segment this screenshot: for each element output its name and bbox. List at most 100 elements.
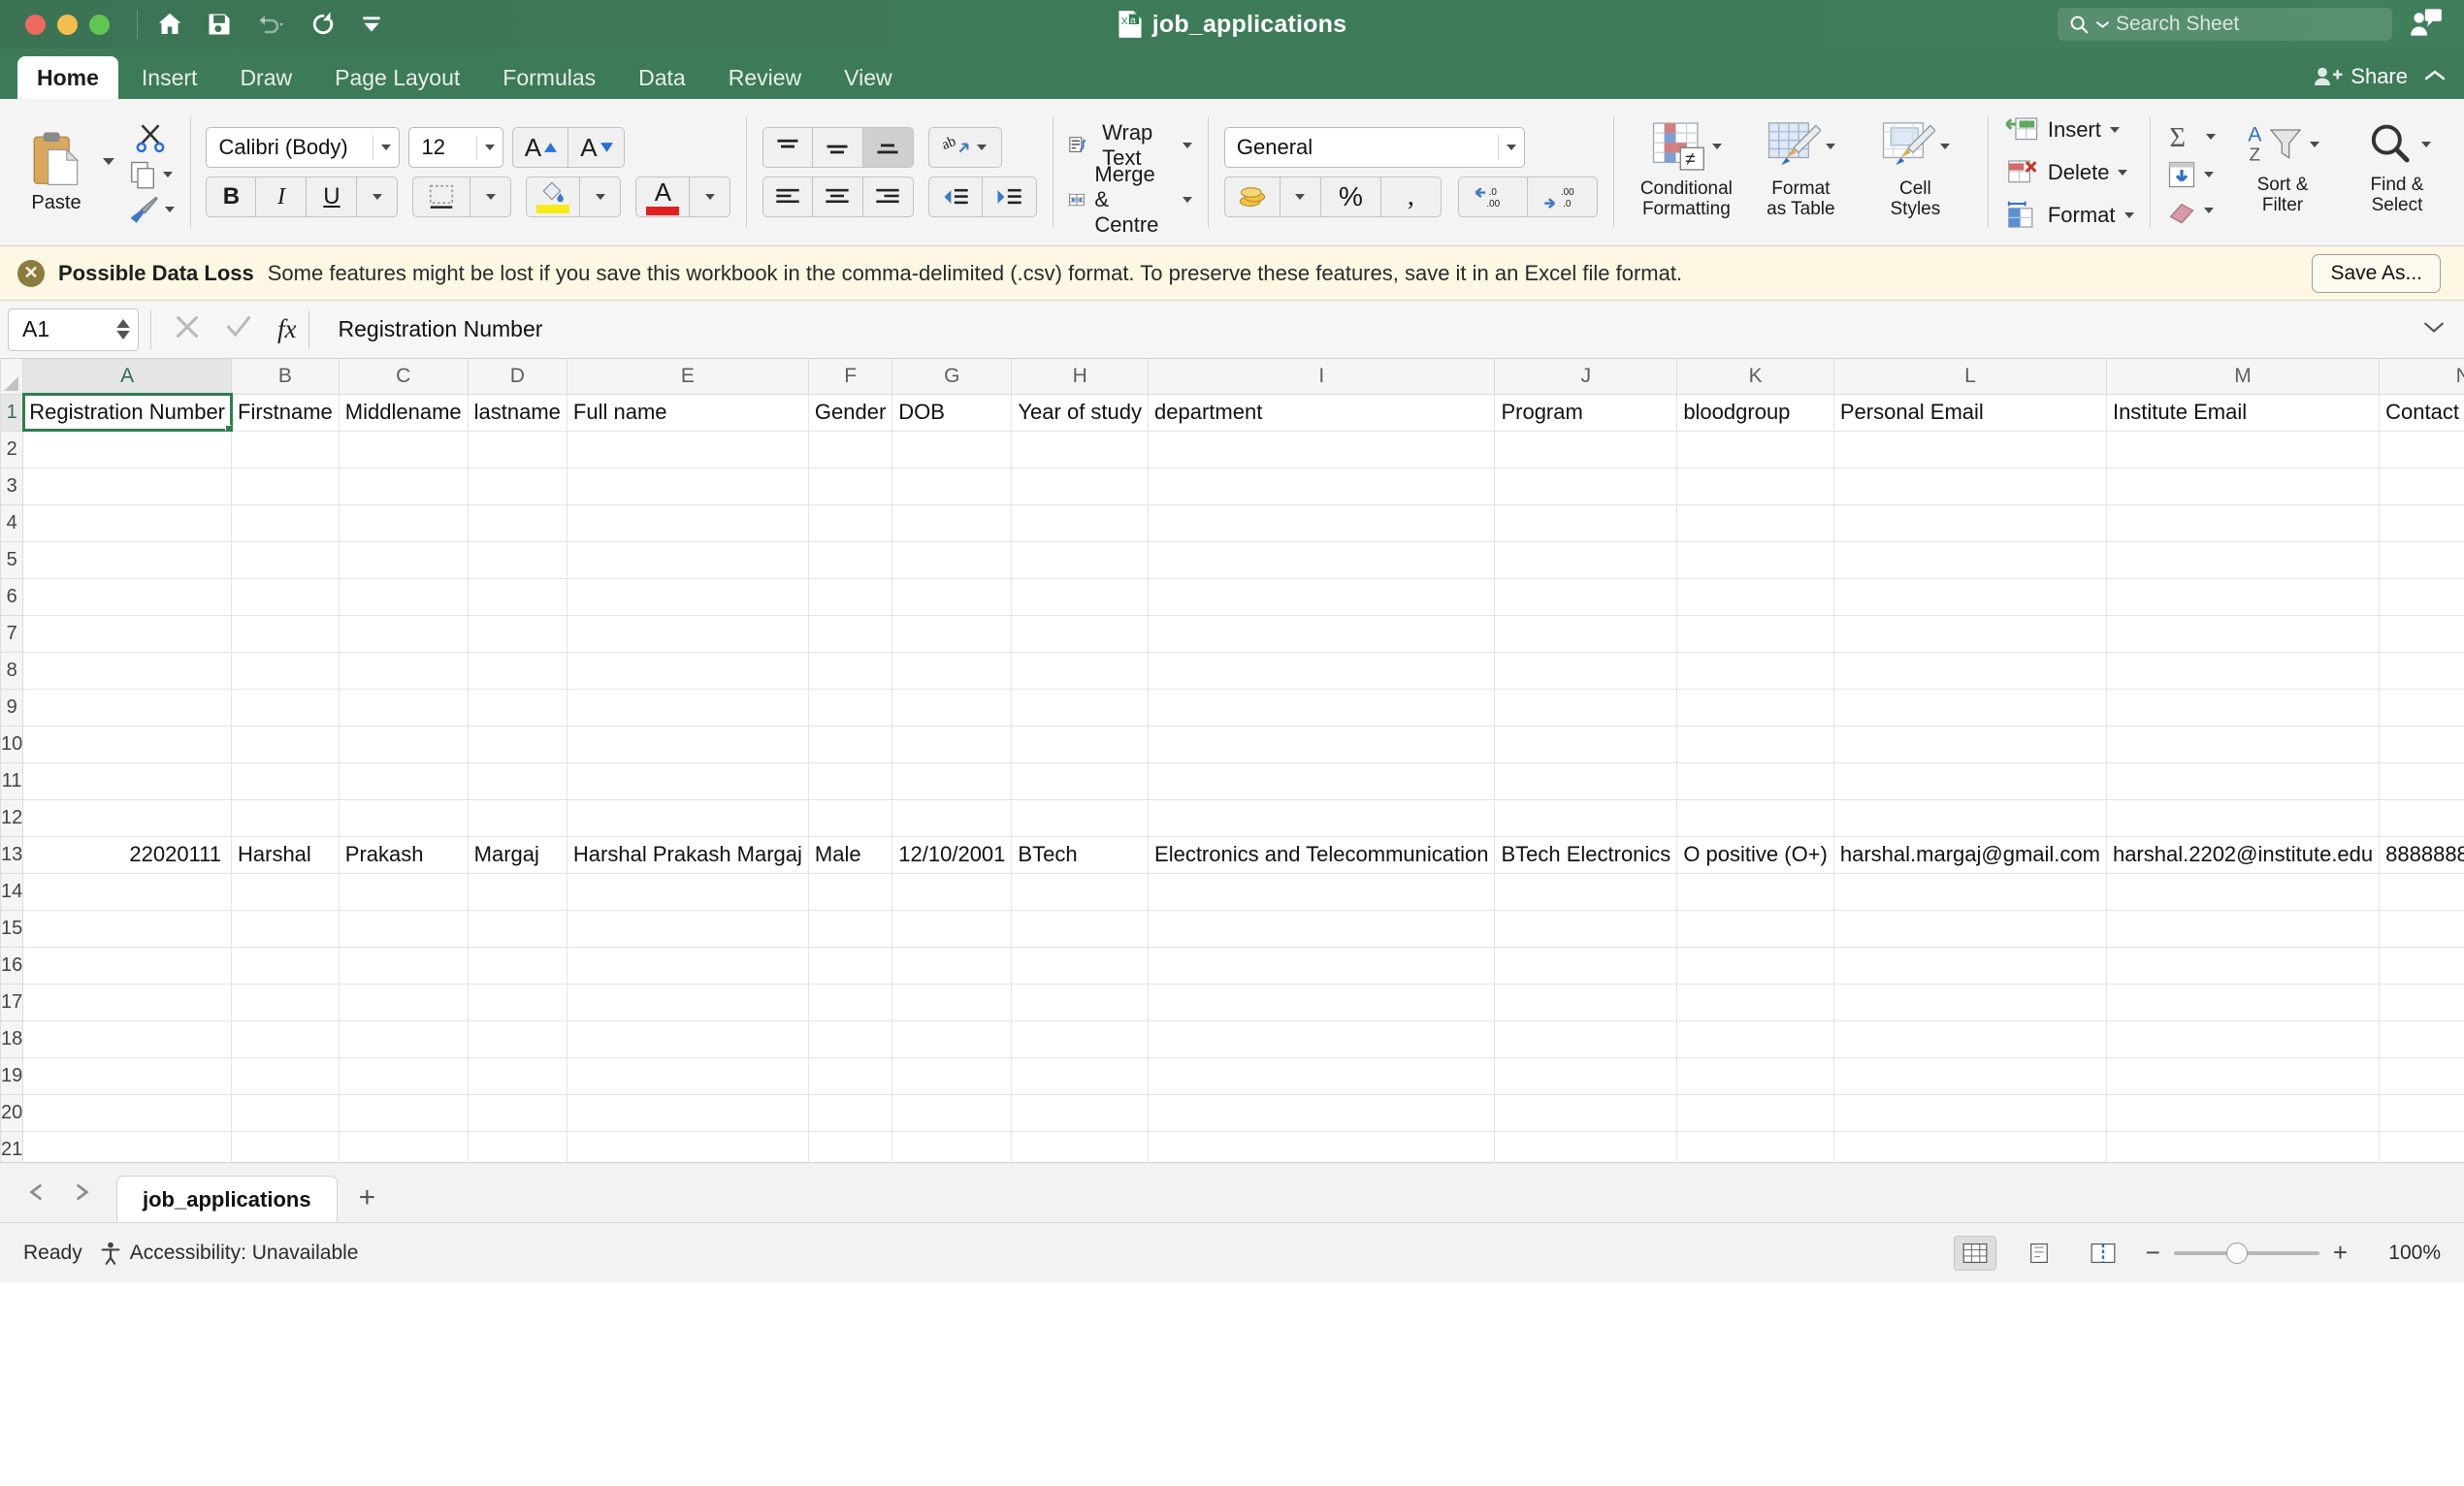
cell-H11[interactable] (1011, 761, 1150, 800)
column-header-D[interactable]: D (467, 359, 567, 395)
cell-I14[interactable] (1148, 872, 1496, 911)
cell-J6[interactable] (1494, 577, 1678, 616)
cell-M19[interactable] (2105, 1056, 2381, 1095)
cell-A21[interactable] (22, 1130, 232, 1162)
cell-J12[interactable] (1494, 798, 1678, 837)
cell-M4[interactable] (2105, 503, 2381, 542)
cell-M7[interactable] (2105, 614, 2381, 653)
format-as-table-dropdown-caret[interactable] (1825, 143, 1835, 149)
cell-E17[interactable] (566, 983, 809, 1021)
row-header-3[interactable]: 3 (0, 467, 24, 505)
search-input[interactable]: Search Sheet (2058, 8, 2392, 41)
cell-C12[interactable] (338, 798, 469, 837)
cell-L12[interactable] (1832, 798, 2107, 837)
cell-F21[interactable] (807, 1130, 893, 1162)
cell-L3[interactable] (1832, 467, 2107, 505)
tab-view[interactable]: View (825, 56, 911, 99)
cell-J21[interactable] (1494, 1130, 1678, 1162)
align-center-icon[interactable] (812, 177, 863, 217)
cell-K21[interactable] (1676, 1130, 1834, 1162)
cell-J11[interactable] (1494, 761, 1678, 800)
align-middle-icon[interactable] (812, 127, 863, 168)
cell-N20[interactable] (2379, 1093, 2464, 1132)
cell-F3[interactable] (807, 467, 893, 505)
cell-A5[interactable] (22, 540, 232, 579)
delete-dropdown-caret[interactable] (2118, 169, 2128, 176)
cell-F12[interactable] (807, 798, 893, 837)
cell-J14[interactable] (1494, 872, 1678, 911)
cell-H12[interactable] (1011, 798, 1150, 837)
cell-K19[interactable] (1676, 1056, 1834, 1095)
maximize-window-button[interactable] (89, 14, 110, 35)
cell-L16[interactable] (1832, 946, 2107, 985)
cell-H14[interactable] (1011, 872, 1150, 911)
decrease-decimal-icon[interactable]: .0 .00 (1457, 177, 1528, 217)
tab-insert[interactable]: Insert (122, 56, 217, 99)
cell-E19[interactable] (566, 1056, 809, 1095)
cell-E13[interactable]: Harshal Prakash Margaj (566, 835, 809, 874)
cell-M13[interactable]: harshal.2202@institute.edu (2105, 835, 2381, 874)
cell-A13[interactable]: 22020111 (22, 835, 232, 874)
chevron-down-icon[interactable] (485, 145, 496, 150)
cell-J15[interactable] (1494, 909, 1678, 948)
cell-J1[interactable]: Program (1494, 393, 1678, 432)
cell-G11[interactable] (892, 761, 1013, 800)
cell-H5[interactable] (1011, 540, 1150, 579)
cut-button[interactable] (134, 121, 167, 154)
cell-G1[interactable]: DOB (892, 393, 1013, 432)
tab-formulas[interactable]: Formulas (483, 56, 615, 99)
cell-D9[interactable] (467, 688, 567, 727)
cell-A12[interactable] (22, 798, 232, 837)
cell-I13[interactable]: Electronics and Telecommunication (1148, 835, 1496, 874)
cell-L17[interactable] (1832, 983, 2107, 1021)
cell-L5[interactable] (1832, 540, 2107, 579)
row-header-11[interactable]: 11 (0, 761, 24, 800)
cell-D20[interactable] (467, 1093, 567, 1132)
cell-F6[interactable] (807, 577, 893, 616)
cell-J4[interactable] (1494, 503, 1678, 542)
paste-button[interactable]: Paste (10, 114, 103, 231)
cell-H1[interactable]: Year of study (1011, 393, 1150, 432)
formula-input[interactable]: Registration Number (321, 316, 2424, 342)
text-orientation-icon[interactable]: ab (927, 127, 1002, 168)
cell-C6[interactable] (338, 577, 469, 616)
normal-view-icon[interactable] (1953, 1235, 1996, 1271)
cell-H9[interactable] (1011, 688, 1150, 727)
cell-I17[interactable] (1148, 983, 1496, 1021)
column-header-I[interactable]: I (1148, 359, 1496, 395)
cell-C1[interactable]: Middlename (338, 393, 469, 432)
cell-H19[interactable] (1011, 1056, 1150, 1095)
zoom-slider[interactable]: − + (2146, 1238, 2348, 1268)
cell-B8[interactable] (231, 651, 340, 690)
cell-G9[interactable] (892, 688, 1013, 727)
conditional-formatting-dropdown-caret[interactable] (1711, 143, 1722, 149)
cell-H10[interactable] (1011, 725, 1150, 763)
cell-N12[interactable] (2379, 798, 2464, 837)
cell-C10[interactable] (338, 725, 469, 763)
cell-M1[interactable]: Institute Email (2105, 393, 2381, 432)
cell-D13[interactable]: Margaj (467, 835, 567, 874)
cell-M8[interactable] (2105, 651, 2381, 690)
cell-E7[interactable] (566, 614, 809, 653)
cell-I15[interactable] (1148, 909, 1496, 948)
cell-D1[interactable]: lastname (467, 393, 567, 432)
cell-I8[interactable] (1148, 651, 1496, 690)
cell-M2[interactable] (2105, 430, 2381, 468)
format-painter-button[interactable] (126, 195, 175, 224)
borders-dropdown-button[interactable] (470, 177, 512, 217)
cell-F8[interactable] (807, 651, 893, 690)
cell-D17[interactable] (467, 983, 567, 1021)
cell-C4[interactable] (338, 503, 469, 542)
cell-A6[interactable] (22, 577, 232, 616)
cell-J9[interactable] (1494, 688, 1678, 727)
cell-styles-dropdown-caret[interactable] (1939, 143, 1950, 149)
cell-L2[interactable] (1832, 430, 2107, 468)
cell-E4[interactable] (566, 503, 809, 542)
cell-D7[interactable] (467, 614, 567, 653)
row-header-13[interactable]: 13 (0, 835, 24, 874)
cell-B15[interactable] (231, 909, 340, 948)
cell-H6[interactable] (1011, 577, 1150, 616)
name-box-spinner[interactable] (116, 319, 130, 339)
cell-I4[interactable] (1148, 503, 1496, 542)
cell-F2[interactable] (807, 430, 893, 468)
